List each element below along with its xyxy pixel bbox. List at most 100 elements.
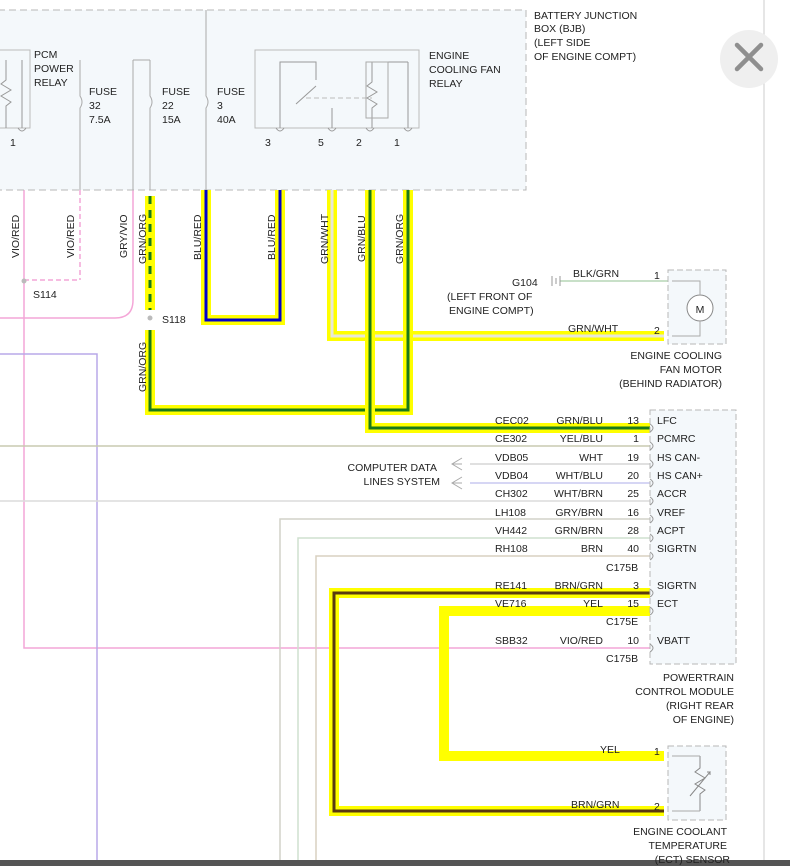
pcm-signal-name: ACCR [657, 488, 687, 500]
splice-label: S118 [162, 314, 186, 326]
ground-id: G104 [512, 277, 538, 289]
pcm-name: OF ENGINE) [673, 714, 734, 726]
close-button[interactable] [720, 30, 778, 88]
fuse-32-label: 7.5A [89, 114, 111, 126]
bjb-pin-number: 3 [265, 137, 271, 149]
bjb-title-line: BATTERY JUNCTION [534, 10, 637, 22]
fan-relay-label: COOLING FAN [429, 64, 501, 76]
pcm-signal-name: ACPT [657, 525, 686, 537]
fuse-22-label: 15A [162, 114, 181, 126]
motor-symbol-label: M [696, 304, 705, 316]
bjb-pin-number: 1 [10, 137, 16, 149]
fan-motor-pin: 2 [654, 325, 660, 337]
fan-motor-name: (BEHIND RADIATOR) [619, 378, 722, 390]
pcm-wire-color: BRN [581, 543, 603, 555]
pcm-relay-label: RELAY [34, 77, 68, 89]
ect-name: TEMPERATURE [648, 840, 727, 852]
fan-motor-name: ENGINE COOLING [630, 350, 722, 362]
pcm-wire-color: GRN/BLU [556, 415, 603, 427]
pcm-module-box [649, 409, 737, 665]
pcm-wire-color: WHT [579, 452, 603, 464]
ect-pin: 2 [654, 801, 660, 813]
connector-label: C175B [606, 653, 638, 665]
bjb-pin-number: 1 [394, 137, 400, 149]
ect-pin: 1 [654, 746, 660, 758]
ect-wire-label: BRN/GRN [571, 799, 619, 811]
splice-s118-dot [147, 315, 153, 321]
splice-label: S114 [33, 289, 57, 301]
wiring-diagram-page: M BATTERY JUNCTION BOX (BJB) (LEFT SIDE … [0, 0, 790, 866]
wire-color-label: GRN/ORG [394, 214, 406, 264]
splice-s114-dot [21, 278, 27, 284]
pcm-circuit-id: VDB05 [495, 452, 528, 464]
ect-name: ENGINE COOLANT [633, 826, 728, 838]
pcm-circuit-id: RE141 [495, 580, 527, 592]
pcm-pin-number: 19 [627, 452, 639, 464]
pcm-pin-number: 25 [627, 488, 639, 500]
pcm-signal-name: PCMRC [657, 433, 696, 445]
wire-color-label: GRN/BLU [356, 215, 368, 262]
pcm-wire-color: YEL [583, 598, 603, 610]
engine-cooling-fan-motor: M [667, 269, 727, 345]
fan-relay-label: RELAY [429, 78, 463, 90]
pcm-name: POWERTRAIN [663, 672, 734, 684]
pcm-pin-number: 20 [627, 470, 639, 482]
bjb-pin-number: 2 [356, 137, 362, 149]
fuse-32-label: FUSE [89, 86, 117, 98]
pcm-signal-name: HS CAN- [657, 452, 701, 464]
fuse-22-label: 22 [162, 100, 174, 112]
ground-wire-label: BLK/GRN [573, 268, 619, 280]
pcm-circuit-id: RH108 [495, 543, 528, 555]
pcm-relay-label: POWER [34, 63, 74, 75]
pcm-wire-color: GRY/BRN [555, 507, 603, 519]
ground-symbol [551, 276, 561, 286]
pcm-pin-number: 1 [633, 433, 639, 445]
ground-location: (LEFT FRONT OF [447, 291, 532, 303]
pcm-name: CONTROL MODULE [635, 686, 734, 698]
pcm-circuit-id: VH442 [495, 525, 527, 537]
pcm-wire-color: VIO/RED [560, 635, 604, 647]
arrow-hs-can-plus [451, 476, 463, 490]
bjb-pin-number: 5 [318, 137, 324, 149]
ect-name: (ECT) SENSOR [655, 854, 731, 866]
pcm-wire-color: BRN/GRN [555, 580, 603, 592]
wiring-diagram: M BATTERY JUNCTION BOX (BJB) (LEFT SIDE … [0, 0, 790, 866]
pcm-signal-name: VREF [657, 507, 685, 519]
close-icon [734, 42, 764, 77]
connector-label: C175E [606, 616, 638, 628]
pcm-pin-number: 13 [627, 415, 639, 427]
pcm-circuit-id: VE716 [495, 598, 527, 610]
pcm-signal-name: LFC [657, 415, 677, 427]
pcm-wire-color: GRN/BRN [555, 525, 603, 537]
fan-motor-wire-label: GRN/WHT [568, 323, 619, 335]
wire-color-label: BLU/RED [266, 214, 278, 260]
fan-motor-name: FAN MOTOR [660, 364, 723, 376]
wire-color-label: GRN/ORG [137, 214, 149, 264]
bjb-title-line: BOX (BJB) [534, 23, 585, 35]
pcm-signal-name: SIGRTN [657, 580, 696, 592]
pcm-signal-name: HS CAN+ [657, 470, 703, 482]
pcm-wire-color: WHT/BRN [554, 488, 603, 500]
wire-lavender [0, 353, 98, 866]
pcm-signal-name: VBATT [657, 635, 691, 647]
pcm-signal-name: SIGRTN [657, 543, 696, 555]
pcm-relay-label: PCM [34, 49, 57, 61]
pcm-pin-number: 10 [627, 635, 639, 647]
ect-sensor [667, 745, 727, 821]
bjb-title-line: OF ENGINE COMPT) [534, 51, 636, 63]
wire-yel-highlight [439, 606, 664, 761]
pcm-circuit-id: CE302 [495, 433, 527, 445]
fuse-32-label: 32 [89, 100, 101, 112]
pcm-pin-number: 15 [627, 598, 639, 610]
fuse-3-label: 3 [217, 100, 223, 112]
pcm-circuit-id: CEC02 [495, 415, 529, 427]
pcm-signal-name: ECT [657, 598, 679, 610]
bjb-title-line: (LEFT SIDE [534, 37, 590, 49]
wire-color-label: GRY/VIO [118, 214, 130, 258]
pcm-pin-number: 16 [627, 507, 639, 519]
wire-color-label: VIO/RED [10, 214, 22, 258]
pcm-wire-color: YEL/BLU [560, 433, 603, 445]
wire-color-label: GRN/ORG [137, 342, 149, 392]
ground-pin: 1 [654, 270, 660, 282]
wire-color-label: GRN/WHT [319, 213, 331, 264]
